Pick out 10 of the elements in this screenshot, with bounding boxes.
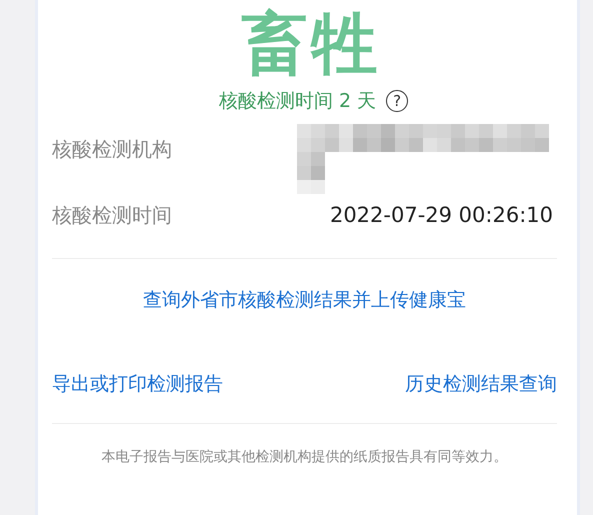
test-interval-text: 核酸检测时间 2 天 <box>218 89 376 114</box>
field-label: 核酸检测时间 <box>52 202 172 228</box>
disclaimer-text: 本电子报告与医院或其他检测机构提供的纸质报告具有同等效力。 <box>100 448 508 466</box>
report-link[interactable]: 历史检测结果查询 <box>405 371 557 397</box>
result-text: 畜牲 <box>240 4 382 84</box>
upload-link[interactable]: 查询外省市核酸检测结果并上传健康宝 <box>143 287 466 313</box>
field-label: 核酸检测机构 <box>52 136 172 162</box>
report-link[interactable]: 导出或打印检测报告 <box>52 371 223 397</box>
help-button[interactable]: ? <box>386 90 408 112</box>
field-value: 2022-07-29 00:26:10 <box>330 202 553 228</box>
